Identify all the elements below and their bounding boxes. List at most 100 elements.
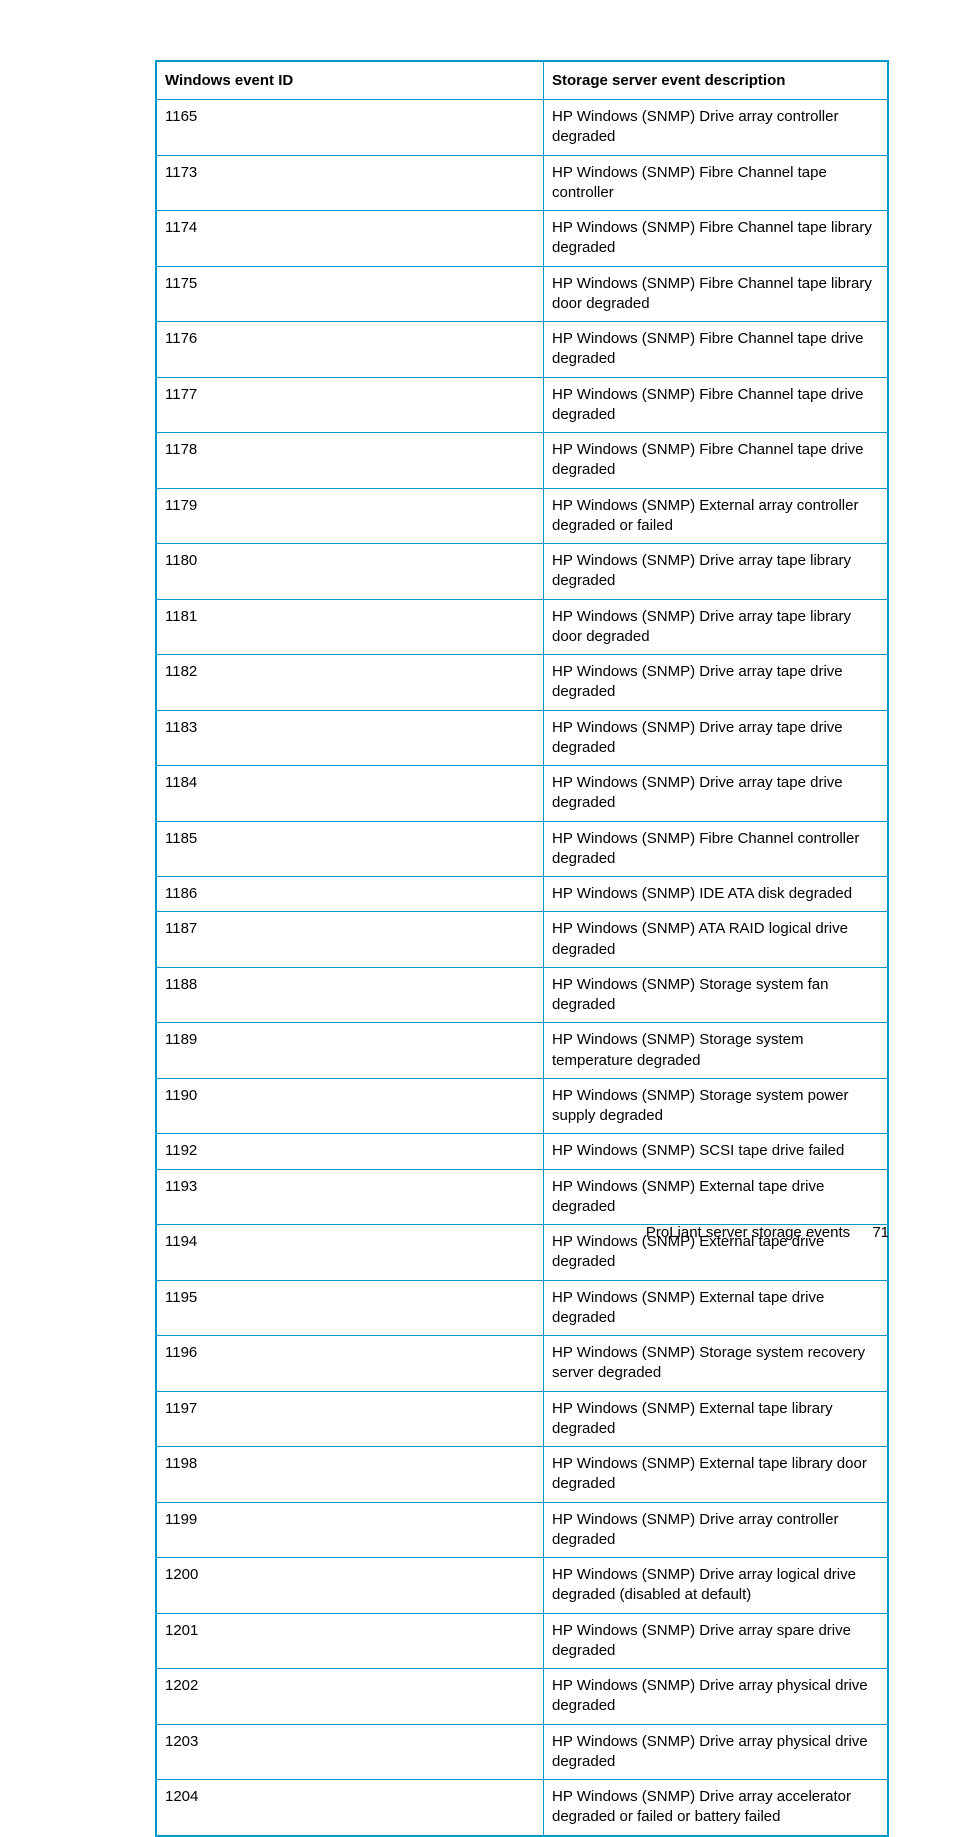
table-row: 1196HP Windows (SNMP) Storage system rec…	[156, 1336, 888, 1392]
header-event-desc: Storage server event description	[544, 61, 889, 100]
cell-event-id: 1202	[156, 1669, 544, 1725]
table-row: 1197HP Windows (SNMP) External tape libr…	[156, 1391, 888, 1447]
cell-event-id: 1200	[156, 1558, 544, 1614]
table-row: 1192HP Windows (SNMP) SCSI tape drive fa…	[156, 1134, 888, 1169]
table-row: 1186HP Windows (SNMP) IDE ATA disk degra…	[156, 877, 888, 912]
cell-event-id: 1177	[156, 377, 544, 433]
cell-event-desc: HP Windows (SNMP) Storage system tempera…	[544, 1023, 889, 1079]
table-row: 1173HP Windows (SNMP) Fibre Channel tape…	[156, 155, 888, 211]
cell-event-id: 1183	[156, 710, 544, 766]
table-row: 1175HP Windows (SNMP) Fibre Channel tape…	[156, 266, 888, 322]
cell-event-desc: HP Windows (SNMP) Fibre Channel tape dri…	[544, 322, 889, 378]
table-row: 1200HP Windows (SNMP) Drive array logica…	[156, 1558, 888, 1614]
cell-event-desc: HP Windows (SNMP) Storage system fan deg…	[544, 967, 889, 1023]
cell-event-id: 1192	[156, 1134, 544, 1169]
cell-event-id: 1193	[156, 1169, 544, 1225]
table-row: 1176HP Windows (SNMP) Fibre Channel tape…	[156, 322, 888, 378]
cell-event-desc: HP Windows (SNMP) Drive array tape libra…	[544, 544, 889, 600]
footer-page-number: 71	[872, 1224, 889, 1241]
table-row: 1202HP Windows (SNMP) Drive array physic…	[156, 1669, 888, 1725]
cell-event-desc: HP Windows (SNMP) Drive array tape drive…	[544, 710, 889, 766]
footer-section: ProLiant server storage events	[646, 1224, 850, 1241]
cell-event-id: 1179	[156, 488, 544, 544]
cell-event-desc: HP Windows (SNMP) Drive array physical d…	[544, 1669, 889, 1725]
cell-event-id: 1173	[156, 155, 544, 211]
cell-event-desc: HP Windows (SNMP) Fibre Channel tape lib…	[544, 211, 889, 267]
cell-event-desc: HP Windows (SNMP) Drive array spare driv…	[544, 1613, 889, 1669]
header-event-id: Windows event ID	[156, 61, 544, 100]
table-row: 1203HP Windows (SNMP) Drive array physic…	[156, 1724, 888, 1780]
cell-event-desc: HP Windows (SNMP) External tape drive de…	[544, 1280, 889, 1336]
cell-event-id: 1196	[156, 1336, 544, 1392]
cell-event-id: 1175	[156, 266, 544, 322]
cell-event-id: 1174	[156, 211, 544, 267]
cell-event-id: 1197	[156, 1391, 544, 1447]
cell-event-id: 1195	[156, 1280, 544, 1336]
cell-event-desc: HP Windows (SNMP) External array control…	[544, 488, 889, 544]
cell-event-desc: HP Windows (SNMP) Fibre Channel tape dri…	[544, 433, 889, 489]
cell-event-desc: HP Windows (SNMP) Storage system power s…	[544, 1078, 889, 1134]
cell-event-id: 1201	[156, 1613, 544, 1669]
cell-event-desc: HP Windows (SNMP) External tape library …	[544, 1447, 889, 1503]
cell-event-id: 1190	[156, 1078, 544, 1134]
table-row: 1201HP Windows (SNMP) Drive array spare …	[156, 1613, 888, 1669]
cell-event-id: 1182	[156, 655, 544, 711]
cell-event-id: 1186	[156, 877, 544, 912]
table-row: 1189HP Windows (SNMP) Storage system tem…	[156, 1023, 888, 1079]
cell-event-desc: HP Windows (SNMP) External tape drive de…	[544, 1169, 889, 1225]
cell-event-id: 1187	[156, 912, 544, 968]
table-row: 1193HP Windows (SNMP) External tape driv…	[156, 1169, 888, 1225]
table-row: 1204HP Windows (SNMP) Drive array accele…	[156, 1780, 888, 1836]
cell-event-desc: HP Windows (SNMP) Drive array physical d…	[544, 1724, 889, 1780]
table-row: 1198HP Windows (SNMP) External tape libr…	[156, 1447, 888, 1503]
cell-event-id: 1181	[156, 599, 544, 655]
cell-event-desc: HP Windows (SNMP) Storage system recover…	[544, 1336, 889, 1392]
table-row: 1177HP Windows (SNMP) Fibre Channel tape…	[156, 377, 888, 433]
table-row: 1174HP Windows (SNMP) Fibre Channel tape…	[156, 211, 888, 267]
cell-event-id: 1204	[156, 1780, 544, 1836]
cell-event-desc: HP Windows (SNMP) Fibre Channel tape lib…	[544, 266, 889, 322]
table-header-row: Windows event ID Storage server event de…	[156, 61, 888, 100]
table-row: 1195HP Windows (SNMP) External tape driv…	[156, 1280, 888, 1336]
table-row: 1185HP Windows (SNMP) Fibre Channel cont…	[156, 821, 888, 877]
page-footer: ProLiant server storage events 71	[646, 1224, 889, 1241]
table-row: 1178HP Windows (SNMP) Fibre Channel tape…	[156, 433, 888, 489]
cell-event-id: 1198	[156, 1447, 544, 1503]
cell-event-desc: HP Windows (SNMP) Drive array tape libra…	[544, 599, 889, 655]
cell-event-id: 1165	[156, 100, 544, 156]
cell-event-id: 1203	[156, 1724, 544, 1780]
table-row: 1183HP Windows (SNMP) Drive array tape d…	[156, 710, 888, 766]
table-row: 1199HP Windows (SNMP) Drive array contro…	[156, 1502, 888, 1558]
cell-event-desc: HP Windows (SNMP) Drive array controller…	[544, 100, 889, 156]
cell-event-id: 1176	[156, 322, 544, 378]
table-row: 1180HP Windows (SNMP) Drive array tape l…	[156, 544, 888, 600]
table-row: 1184HP Windows (SNMP) Drive array tape d…	[156, 766, 888, 822]
cell-event-id: 1180	[156, 544, 544, 600]
cell-event-desc: HP Windows (SNMP) External tape library …	[544, 1391, 889, 1447]
cell-event-desc: HP Windows (SNMP) IDE ATA disk degraded	[544, 877, 889, 912]
table-row: 1188HP Windows (SNMP) Storage system fan…	[156, 967, 888, 1023]
cell-event-desc: HP Windows (SNMP) Drive array tape drive…	[544, 766, 889, 822]
table-row: 1179HP Windows (SNMP) External array con…	[156, 488, 888, 544]
cell-event-desc: HP Windows (SNMP) Fibre Channel controll…	[544, 821, 889, 877]
cell-event-id: 1194	[156, 1225, 544, 1281]
cell-event-desc: HP Windows (SNMP) Fibre Channel tape con…	[544, 155, 889, 211]
cell-event-id: 1189	[156, 1023, 544, 1079]
cell-event-desc: HP Windows (SNMP) Drive array tape drive…	[544, 655, 889, 711]
cell-event-id: 1185	[156, 821, 544, 877]
table-row: 1181HP Windows (SNMP) Drive array tape l…	[156, 599, 888, 655]
table-row: 1165HP Windows (SNMP) Drive array contro…	[156, 100, 888, 156]
cell-event-desc: HP Windows (SNMP) Drive array accelerato…	[544, 1780, 889, 1836]
cell-event-id: 1188	[156, 967, 544, 1023]
cell-event-desc: HP Windows (SNMP) SCSI tape drive failed	[544, 1134, 889, 1169]
cell-event-desc: HP Windows (SNMP) Drive array controller…	[544, 1502, 889, 1558]
cell-event-desc: HP Windows (SNMP) Fibre Channel tape dri…	[544, 377, 889, 433]
cell-event-id: 1178	[156, 433, 544, 489]
cell-event-desc: HP Windows (SNMP) ATA RAID logical drive…	[544, 912, 889, 968]
cell-event-id: 1199	[156, 1502, 544, 1558]
table-row: 1182HP Windows (SNMP) Drive array tape d…	[156, 655, 888, 711]
table-row: 1190HP Windows (SNMP) Storage system pow…	[156, 1078, 888, 1134]
cell-event-id: 1184	[156, 766, 544, 822]
event-table: Windows event ID Storage server event de…	[155, 60, 889, 1837]
cell-event-desc: HP Windows (SNMP) Drive array logical dr…	[544, 1558, 889, 1614]
